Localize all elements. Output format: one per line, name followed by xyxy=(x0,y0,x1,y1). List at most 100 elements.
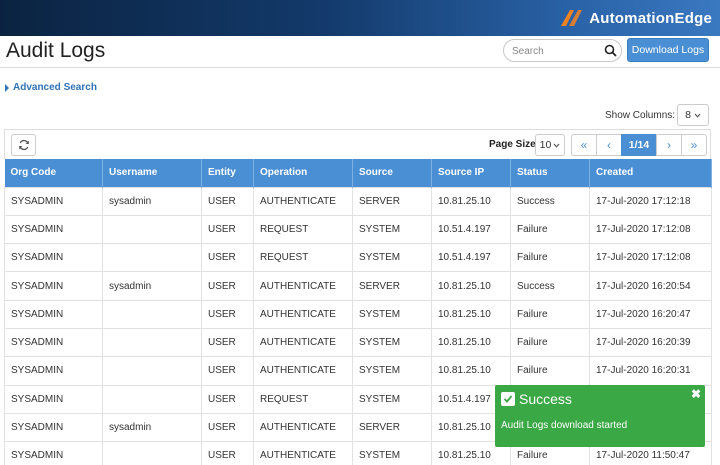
page-size-label: Page Size xyxy=(489,139,536,150)
cell-source-ip: 10.81.25.10 xyxy=(431,186,511,216)
chevron-down-icon xyxy=(694,113,701,118)
next-page-button[interactable]: › xyxy=(656,134,682,156)
pagination: « ‹ 1/14 › » xyxy=(571,134,707,156)
search-icon[interactable] xyxy=(604,44,617,57)
cell-operation: AUTHENTICATE xyxy=(253,356,353,386)
close-icon[interactable]: ✖ xyxy=(691,387,701,401)
table-toolbar: Page Size 10 « ‹ 1/14 › » xyxy=(4,129,711,159)
cell-org-code: SYSADMIN xyxy=(4,243,103,273)
column-header-org-code[interactable]: Org Code xyxy=(4,159,103,187)
refresh-icon xyxy=(18,139,29,151)
cell-org-code: SYSADMIN xyxy=(4,299,103,329)
top-banner: AutomationEdge xyxy=(0,0,720,36)
page-size-value: 10 xyxy=(539,139,552,151)
table-row[interactable]: SYSADMIN sysadmin USER AUTHENTICATE SERVER 10… xyxy=(4,271,712,301)
cell-source: SERVER xyxy=(352,412,432,443)
column-header-username[interactable]: Username xyxy=(102,159,202,187)
cell-created: 17-Jul-2020 17:12:18 xyxy=(589,186,712,216)
automationedge-logo-icon xyxy=(561,10,583,26)
cell-operation: AUTHENTICATE xyxy=(253,299,353,329)
cell-operation: AUTHENTICATE xyxy=(253,186,353,216)
column-header-source[interactable]: Source xyxy=(352,159,432,187)
brand-name: AutomationEdge xyxy=(589,9,712,27)
chevron-down-icon xyxy=(553,143,560,148)
table-row[interactable]: SYSADMIN USER AUTHENTICATE SYSTEM 10.81.25.1… xyxy=(4,299,712,329)
advanced-search-toggle[interactable]: Advanced Search xyxy=(5,82,97,93)
cell-created: 17-Jul-2020 16:20:31 xyxy=(589,356,712,386)
double-chevron-left-icon: « xyxy=(580,138,588,152)
refresh-button[interactable] xyxy=(11,134,36,156)
search-input[interactable] xyxy=(512,43,604,59)
cell-source: SYSTEM xyxy=(352,299,432,329)
cell-source-ip: 10.51.4.197 xyxy=(431,214,511,245)
cell-entity: USER xyxy=(201,243,254,273)
download-logs-button[interactable]: Download Logs xyxy=(627,38,709,62)
cell-org-code: SYSADMIN xyxy=(4,412,103,443)
cell-source: SYSTEM xyxy=(352,327,432,358)
cell-status: Failure xyxy=(510,299,590,329)
cell-entity: USER xyxy=(201,384,254,414)
table-row[interactable]: SYSADMIN sysadmin USER AUTHENTICATE SERVER 10… xyxy=(4,186,712,216)
cell-username xyxy=(102,441,202,465)
cell-entity: USER xyxy=(201,441,254,465)
brand: AutomationEdge xyxy=(559,6,712,30)
table-row[interactable]: SYSADMIN USER REQUEST SYSTEM 10.51.4.197 Fail… xyxy=(4,243,712,273)
cell-source-ip: 10.81.25.10 xyxy=(431,356,511,386)
double-chevron-right-icon: » xyxy=(690,138,698,152)
column-header-status[interactable]: Status xyxy=(510,159,590,187)
column-header-operation[interactable]: Operation xyxy=(253,159,353,187)
cell-entity: USER xyxy=(201,186,254,216)
cell-source: SYSTEM xyxy=(352,214,432,245)
advanced-search-label: Advanced Search xyxy=(13,82,97,93)
cell-entity: USER xyxy=(201,356,254,386)
column-header-source-ip[interactable]: Source IP xyxy=(431,159,511,187)
cell-org-code: SYSADMIN xyxy=(4,271,103,301)
cell-username: sysadmin xyxy=(102,271,202,301)
cell-org-code: SYSADMIN xyxy=(4,356,103,386)
cell-operation: REQUEST xyxy=(253,243,353,273)
show-columns-select[interactable]: 8 xyxy=(677,104,709,126)
cell-org-code: SYSADMIN xyxy=(4,214,103,245)
search-box[interactable] xyxy=(503,39,622,62)
caret-right-icon xyxy=(5,83,9,92)
cell-username xyxy=(102,327,202,358)
cell-status: Success xyxy=(510,186,590,216)
cell-operation: REQUEST xyxy=(253,214,353,245)
show-columns-label: Show Columns: xyxy=(605,110,676,121)
previous-page-button[interactable]: ‹ xyxy=(596,134,622,156)
cell-entity: USER xyxy=(201,299,254,329)
cell-status: Failure xyxy=(510,327,590,358)
cell-username: sysadmin xyxy=(102,186,202,216)
table-header-row: Org Code Username Entity Operation Sourc… xyxy=(4,159,712,187)
cell-org-code: SYSADMIN xyxy=(4,186,103,216)
table-row[interactable]: SYSADMIN USER REQUEST SYSTEM 10.51.4.197 Fail… xyxy=(4,214,712,245)
page-title: Audit Logs xyxy=(6,39,106,62)
current-page-indicator[interactable]: 1/14 xyxy=(621,134,657,156)
cell-source: SYSTEM xyxy=(352,441,432,465)
last-page-button[interactable]: » xyxy=(681,134,707,156)
show-columns-value: 8 xyxy=(685,109,691,121)
cell-username xyxy=(102,299,202,329)
table-row[interactable]: SYSADMIN USER AUTHENTICATE SYSTEM 10.81.25.1… xyxy=(4,327,712,358)
cell-source: SYSTEM xyxy=(352,356,432,386)
toast-title-text: Success xyxy=(519,391,572,407)
page-size-select[interactable]: 10 xyxy=(535,134,565,156)
cell-operation: REQUEST xyxy=(253,384,353,414)
cell-created: 17-Jul-2020 16:20:54 xyxy=(589,271,712,301)
cell-source: SYSTEM xyxy=(352,243,432,273)
cell-source: SYSTEM xyxy=(352,384,432,414)
cell-created: 17-Jul-2020 16:20:39 xyxy=(589,327,712,358)
chevron-left-icon: ‹ xyxy=(607,138,611,152)
first-page-button[interactable]: « xyxy=(571,134,597,156)
table-row[interactable]: SYSADMIN USER AUTHENTICATE SYSTEM 10.81.25.1… xyxy=(4,356,712,386)
cell-source-ip: 10.51.4.197 xyxy=(431,243,511,273)
cell-username xyxy=(102,384,202,414)
cell-operation: AUTHENTICATE xyxy=(253,441,353,465)
toast-title: Success xyxy=(501,391,572,407)
cell-username xyxy=(102,214,202,245)
cell-status: Failure xyxy=(510,214,590,245)
column-header-created[interactable]: Created xyxy=(589,159,712,187)
cell-org-code: SYSADMIN xyxy=(4,441,103,465)
page-header: Audit Logs Download Logs xyxy=(0,36,720,68)
column-header-entity[interactable]: Entity xyxy=(201,159,254,187)
